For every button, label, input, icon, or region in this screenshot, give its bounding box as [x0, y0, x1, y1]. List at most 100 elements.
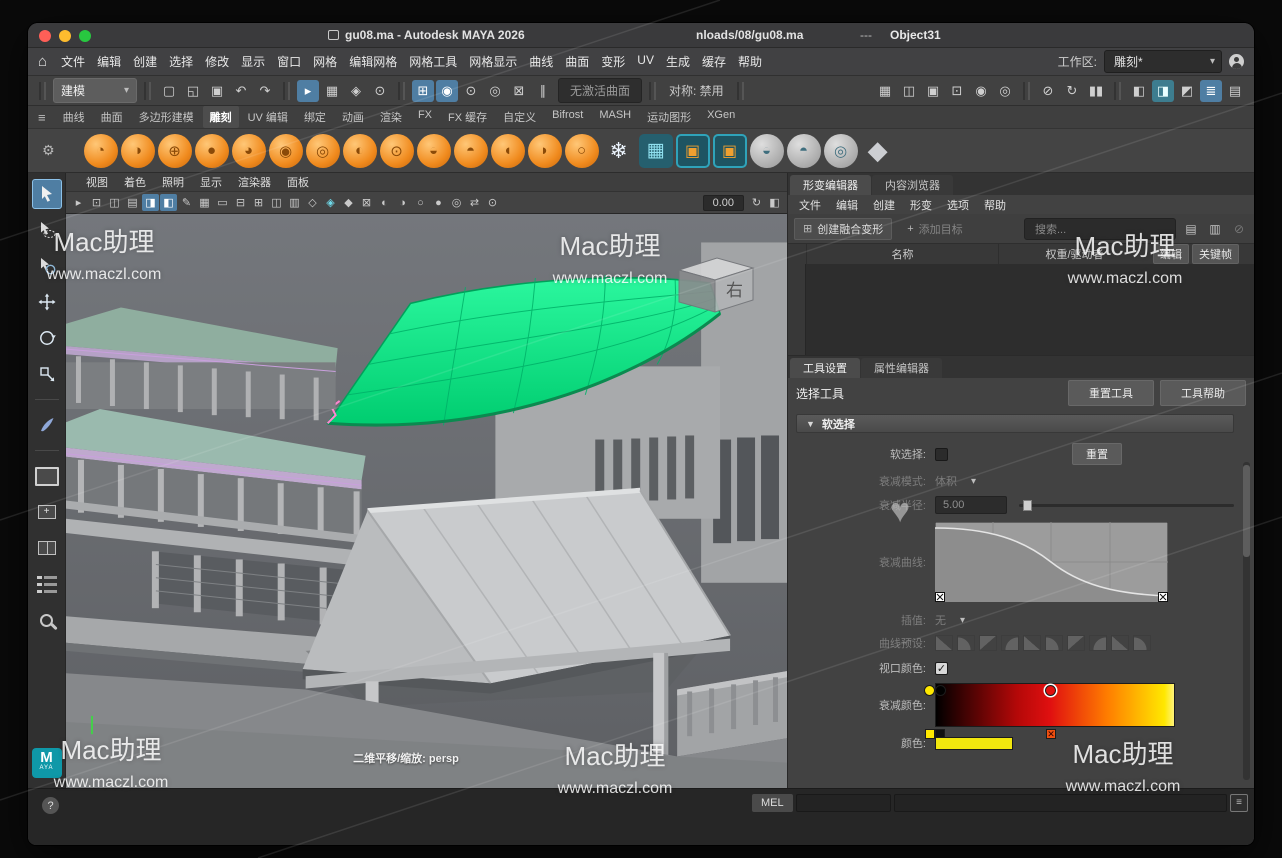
sculpt-objects-icon[interactable]: ◒ [750, 134, 784, 168]
pose-target-b-icon[interactable]: ▣ [713, 134, 747, 168]
keyframe-button[interactable]: 关键帧 [1192, 244, 1239, 264]
panel-tab[interactable]: 工具设置 [790, 358, 860, 378]
panel-tab[interactable]: 内容浏览器 [872, 175, 953, 195]
tool-help-button[interactable]: 工具帮助 [1160, 380, 1246, 406]
paint-select-tool-icon[interactable] [32, 251, 62, 281]
soft-select-checkbox[interactable] [935, 448, 948, 461]
imprint-tool-icon[interactable]: ◒ [417, 134, 451, 168]
paint-edit-icon[interactable]: ✎ [178, 194, 195, 211]
construction-history-icon[interactable]: ⊘ [1037, 80, 1059, 102]
account-icon[interactable] [1229, 54, 1244, 69]
render-settings-icon[interactable]: ▦ [874, 80, 896, 102]
select-tool-icon[interactable] [32, 179, 62, 209]
view-layout-icon[interactable]: ▤ [124, 194, 141, 211]
attribute-spreadsheet-icon[interactable]: ▤ [1224, 80, 1246, 102]
camera-attributes-icon[interactable]: ⊙ [484, 194, 501, 211]
lasso-tool-icon[interactable] [32, 215, 62, 245]
home-icon[interactable]: ⌂ [38, 53, 47, 70]
ramp-stop-yellow[interactable] [924, 685, 935, 696]
menu-item[interactable]: 选择 [163, 50, 199, 73]
isolate-select-icon[interactable]: ⇄ [466, 194, 483, 211]
viewport-canvas[interactable]: 右 二维平移/缩放: persp [66, 214, 787, 788]
shelf-tab[interactable]: FX 缓存 [441, 106, 494, 128]
panel-tab[interactable]: 形变编辑器 [790, 175, 871, 195]
shadows-icon[interactable]: ● [430, 194, 447, 211]
menu-item[interactable]: 窗口 [271, 50, 307, 73]
knife-tool-icon[interactable]: ○ [565, 134, 599, 168]
grip-divider[interactable] [649, 82, 656, 100]
grip-divider[interactable] [39, 82, 46, 100]
panel-menu-item[interactable]: 视图 [78, 173, 116, 191]
grip-divider[interactable] [144, 82, 151, 100]
falloff-radius-field[interactable]: 5.00 [935, 496, 1007, 514]
reset-button[interactable]: 重置 [1072, 443, 1122, 465]
safe-action-icon[interactable]: ▥ [286, 194, 303, 211]
grip-divider[interactable] [283, 82, 290, 100]
sculpt-volume-falloff-icon[interactable]: ◨ [1152, 80, 1174, 102]
mel-language-button[interactable]: MEL [752, 794, 793, 812]
exposure-value-field[interactable]: 0.00 [703, 195, 744, 211]
help-button[interactable]: ? [42, 797, 59, 814]
xray-icon[interactable]: ◧ [160, 194, 177, 211]
shelf-tab[interactable]: 运动图形 [640, 106, 698, 128]
shelf-tab[interactable]: 多边形建模 [132, 106, 201, 128]
shelf-tab[interactable]: 自定义 [496, 106, 543, 128]
shelf-tab[interactable]: 曲面 [94, 106, 130, 128]
refresh-icon[interactable]: ↻ [1061, 80, 1083, 102]
reset-tool-button[interactable]: 重置工具 [1068, 380, 1154, 406]
pose-target-a-icon[interactable]: ▣ [676, 134, 710, 168]
curve-preset-wave-icon[interactable] [1023, 635, 1041, 651]
save-scene-icon[interactable]: ▣ [206, 80, 228, 102]
slider-handle[interactable] [1023, 500, 1032, 511]
zoom-window-button[interactable] [79, 30, 91, 42]
panel-menu-item[interactable]: 渲染器 [230, 173, 279, 191]
close-window-button[interactable] [39, 30, 51, 42]
menu-item[interactable]: 网格工具 [403, 50, 463, 73]
view-cube[interactable]: 右 [665, 250, 761, 316]
ramp-stop-red[interactable] [1045, 685, 1056, 696]
shape-editor-menu-item[interactable]: 形变 [910, 197, 932, 213]
gear-icon[interactable]: ⚙ [42, 142, 55, 159]
viewport-color-checkbox[interactable]: ✓ [935, 662, 948, 675]
redo-icon[interactable]: ↷ [254, 80, 276, 102]
textured-mode-icon[interactable]: ◈ [322, 194, 339, 211]
menu-item[interactable]: 曲面 [559, 50, 595, 73]
pinch-tool-icon[interactable]: ◕ [232, 134, 266, 168]
falloff-curve-widget[interactable] [935, 522, 1168, 602]
color-swatch[interactable] [935, 737, 1013, 750]
anim-layers-icon[interactable]: ▣ [922, 80, 944, 102]
script-editor-icon[interactable]: ≡ [1230, 794, 1248, 812]
menu-item[interactable]: 曲线 [523, 50, 559, 73]
falloff-mode-dropdown[interactable]: 体积 ▾ [935, 473, 976, 489]
select-object-icon[interactable]: ◈ [345, 80, 367, 102]
select-component-icon[interactable]: ⊙ [369, 80, 391, 102]
grip-divider[interactable] [398, 82, 405, 100]
edit-button[interactable]: 编辑 [1153, 244, 1189, 264]
mask-tool-icon[interactable]: ◆ [861, 134, 895, 168]
snap-projected-center-icon[interactable]: ◎ [484, 80, 506, 102]
curve-preset-ring-icon[interactable] [1067, 635, 1085, 651]
render-view-icon[interactable]: ◉ [970, 80, 992, 102]
menu-item[interactable]: 变形 [595, 50, 631, 73]
film-gate-icon[interactable]: ▭ [214, 194, 231, 211]
sort-icon[interactable]: ▤ [1182, 220, 1200, 238]
pause-icon[interactable]: ▮▮ [1085, 80, 1107, 102]
wireframe-on-shaded-icon[interactable]: ◨ [142, 194, 159, 211]
wax-tool-icon[interactable]: ◓ [454, 134, 488, 168]
clone-target-icon[interactable]: ◓ [787, 134, 821, 168]
layout-single-pane-button[interactable] [32, 461, 62, 491]
grip-divider[interactable] [1023, 82, 1030, 100]
layout-add-pane-button[interactable]: + [32, 497, 62, 527]
ramp-stop-black[interactable] [935, 685, 946, 696]
menu-item[interactable]: 网格 [307, 50, 343, 73]
ipr-render-icon[interactable]: ◎ [994, 80, 1016, 102]
menu-item[interactable]: 修改 [199, 50, 235, 73]
falloff-color-ramp[interactable]: ✕ [935, 683, 1175, 727]
shelf-tab[interactable]: 曲线 [56, 106, 92, 128]
refresh-view-icon[interactable]: ↻ [748, 194, 765, 211]
panel-menu-item[interactable]: 照明 [154, 173, 192, 191]
exposure-icon[interactable]: ◧ [766, 194, 783, 211]
snap-point-icon[interactable]: ⊙ [460, 80, 482, 102]
grid-display-icon[interactable]: ▦ [196, 194, 213, 211]
resolution-gate-icon[interactable]: ⊟ [232, 194, 249, 211]
